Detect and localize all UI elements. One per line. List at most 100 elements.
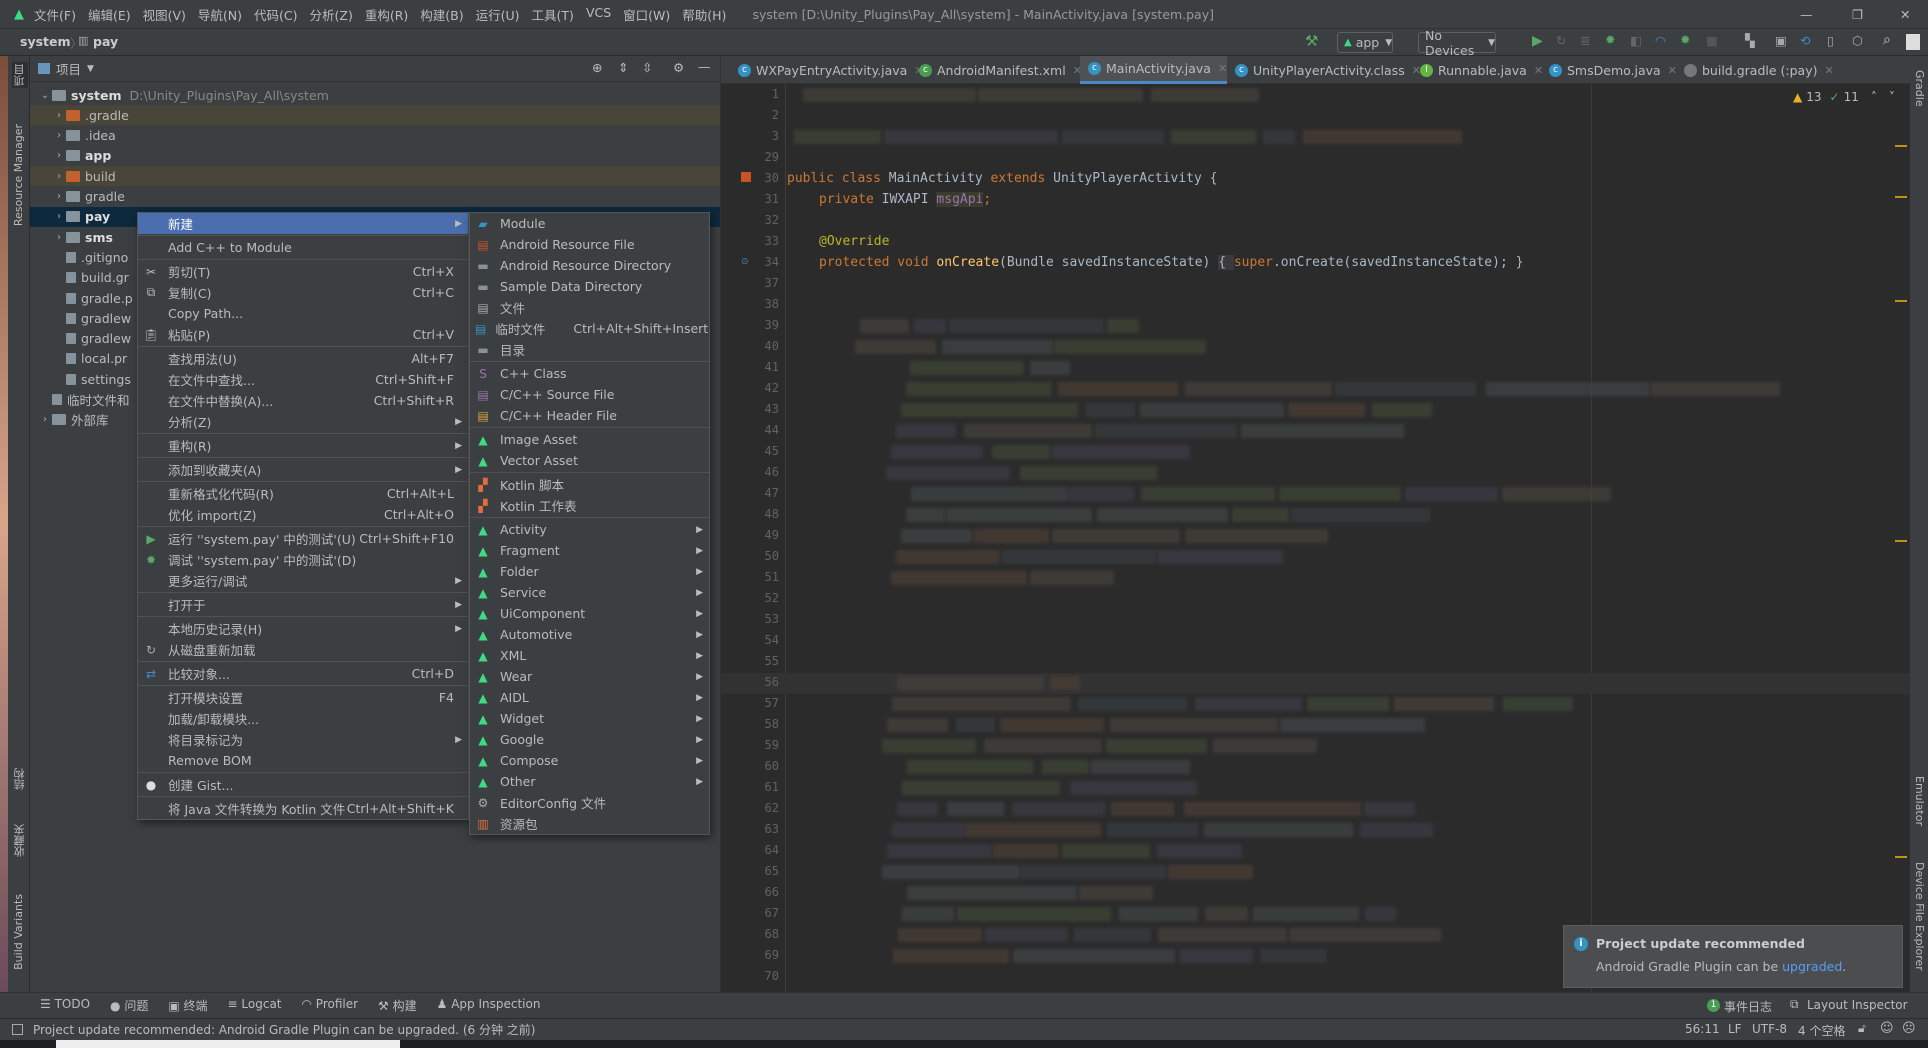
menu-item[interactable]: 添加到收藏夹(A) ▶ xyxy=(138,459,468,480)
line-number[interactable]: 66 xyxy=(721,885,779,899)
new-menu-item[interactable]: ▬ Sample Data Directory xyxy=(470,276,709,297)
menu-item[interactable]: 更多运行/调试 ▶ xyxy=(138,570,468,591)
search-icon[interactable]: ⌕ xyxy=(1883,32,1891,48)
user-avatar[interactable] xyxy=(1906,34,1920,50)
notification-balloon[interactable]: i Project update recommended Android Gra… xyxy=(1563,925,1903,988)
tool-window-resource-manager[interactable]: Resource Manager xyxy=(12,124,25,226)
menu-item[interactable]: ↻ 从磁盘重新加载 xyxy=(138,639,468,660)
layout-icon[interactable]: ▣ xyxy=(1775,33,1787,48)
device-dropdown[interactable]: No Devices ▼ xyxy=(1418,28,1496,58)
tool-window-favorites[interactable]: 收藏夹 xyxy=(12,824,28,857)
chevron-down-icon[interactable]: ▼ xyxy=(87,64,94,74)
new-menu-item[interactable]: ▤ C/C++ Header File xyxy=(470,405,709,426)
tree-row[interactable]: › .gradle xyxy=(30,105,720,126)
chevron-right-icon[interactable]: › xyxy=(52,191,66,202)
line-number[interactable]: 64 xyxy=(721,843,779,857)
menu-item[interactable]: ▶ 运行 ''system.pay' 中的测试'(U) Ctrl+Shift+F10 xyxy=(138,528,468,549)
line-number[interactable]: 2 xyxy=(721,108,779,122)
line-number[interactable]: 65 xyxy=(721,864,779,878)
menu-9[interactable]: 工具(T) xyxy=(532,5,574,24)
line-number[interactable]: 55 xyxy=(721,654,779,668)
next-highlight-icon[interactable]: ˅ xyxy=(1889,90,1895,104)
menu-item[interactable]: 加载/卸载模块... xyxy=(138,708,468,729)
inspection-widget[interactable]: ▲ 13 ✓ 11 ˄ ˅ xyxy=(1793,90,1895,104)
frown-icon[interactable]: ☹ xyxy=(1902,1021,1916,1036)
line-number[interactable]: 62 xyxy=(721,801,779,815)
menu-item[interactable]: 在文件中替换(A)... Ctrl+Shift+R xyxy=(138,390,468,411)
menu-6[interactable]: 重构(R) xyxy=(365,5,408,24)
menu-item[interactable]: 重新格式化代码(R) Ctrl+Alt+L xyxy=(138,483,468,504)
new-menu-item[interactable]: ▥ 资源包 xyxy=(470,813,709,834)
new-menu-item[interactable]: ▲ Google ▶ xyxy=(470,729,709,750)
menu-item[interactable]: 查找用法(U) Alt+F7 xyxy=(138,348,468,369)
chevron-right-icon[interactable]: › xyxy=(38,414,52,425)
line-number[interactable]: 50 xyxy=(721,549,779,563)
run-config-dropdown[interactable]: ▲ app ▼ xyxy=(1337,32,1393,53)
new-menu-item[interactable]: ▲ Widget ▶ xyxy=(470,708,709,729)
menu-item[interactable]: 将 Java 文件转换为 Kotlin 文件 Ctrl+Alt+Shift+K xyxy=(138,798,468,819)
tree-row[interactable]: › .idea xyxy=(30,126,720,146)
menu-4[interactable]: 代码(C) xyxy=(254,5,297,24)
chevron-right-icon[interactable]: › xyxy=(52,130,66,141)
chevron-down-icon[interactable]: ⌄ xyxy=(38,90,52,101)
indent-setting[interactable]: 4 个空格 xyxy=(1798,1022,1845,1039)
build-hammer-icon[interactable]: ⚒ xyxy=(1305,32,1318,50)
breadcrumb-pay[interactable]: pay xyxy=(93,34,118,49)
line-number[interactable]: 41 xyxy=(721,360,779,374)
new-menu-item[interactable]: ▲ Automotive ▶ xyxy=(470,624,709,645)
gutter-implements-icon[interactable] xyxy=(741,172,751,182)
menu-item[interactable]: ⧉ 复制(C) Ctrl+C xyxy=(138,282,468,303)
new-menu-item[interactable]: ▞ Kotlin 脚本 xyxy=(470,474,709,495)
line-number[interactable]: 3 xyxy=(721,129,779,143)
menu-item[interactable]: 新建 ▶ xyxy=(138,213,468,234)
new-menu-item[interactable]: ▲ Compose ▶ xyxy=(470,750,709,771)
new-menu-item[interactable]: ▰ Module xyxy=(470,213,709,234)
tool-button-list[interactable]: ☰ TODO xyxy=(40,997,90,1014)
chevron-right-icon[interactable]: › xyxy=(52,110,66,121)
line-number[interactable]: 42 xyxy=(721,381,779,395)
tree-row[interactable]: › app xyxy=(30,146,720,166)
sdk-manager-icon[interactable]: ⬡ xyxy=(1852,33,1863,48)
event-log-button[interactable]: 事件日志 xyxy=(1724,998,1772,1015)
new-menu-item[interactable]: ▲ Fragment ▶ xyxy=(470,540,709,561)
lock-icon[interactable]: 🔓︎ xyxy=(1858,1021,1866,1036)
menu-item[interactable]: 重构(R) ▶ xyxy=(138,435,468,456)
menu-1[interactable]: 编辑(E) xyxy=(88,5,131,24)
run-icon[interactable]: ▶ xyxy=(1532,33,1543,49)
upgrade-link[interactable]: upgraded xyxy=(1782,959,1842,974)
new-menu-item[interactable]: ▲ Other ▶ xyxy=(470,771,709,792)
apply-code-changes-icon[interactable]: ≣ xyxy=(1580,33,1590,48)
line-number[interactable]: 29 xyxy=(721,150,779,164)
tab-1[interactable]: c AndroidManifest.xml ✕ xyxy=(911,56,1082,84)
chevron-right-icon[interactable]: › xyxy=(52,232,66,243)
menu-5[interactable]: 分析(Z) xyxy=(310,5,353,24)
tool-window-project[interactable]: 项目 xyxy=(12,62,28,88)
chevron-right-icon[interactable]: › xyxy=(52,150,66,161)
line-number[interactable]: 47 xyxy=(721,486,779,500)
line-number[interactable]: 32 xyxy=(721,213,779,227)
line-number[interactable]: 68 xyxy=(721,927,779,941)
line-number[interactable]: 46 xyxy=(721,465,779,479)
line-number[interactable]: 67 xyxy=(721,906,779,920)
tree-row[interactable]: › build xyxy=(30,166,720,187)
status-toggle-icon[interactable] xyxy=(12,1024,23,1035)
close-tab-icon[interactable]: ✕ xyxy=(1824,64,1833,77)
line-number[interactable]: 54 xyxy=(721,633,779,647)
gutter-override-icon[interactable]: ⊙ xyxy=(741,257,749,267)
line-separator[interactable]: LF xyxy=(1728,1022,1742,1036)
chevron-right-icon[interactable]: › xyxy=(52,211,66,222)
line-number[interactable]: 1 xyxy=(721,87,779,101)
expand-all-icon[interactable]: ⇕ xyxy=(618,60,628,75)
new-menu-item[interactable]: ▤ 临时文件 Ctrl+Alt+Shift+Insert xyxy=(470,318,709,339)
tool-button-hammer[interactable]: ⚒ 构建 xyxy=(378,997,417,1014)
settings-gear-icon[interactable]: ⚙ xyxy=(673,60,684,75)
apply-changes-icon[interactable]: ↻ xyxy=(1556,33,1566,48)
line-number[interactable]: 45 xyxy=(721,444,779,458)
debug-attach-icon[interactable]: ✹ xyxy=(1680,32,1690,47)
line-number[interactable]: 58 xyxy=(721,717,779,731)
collapse-all-icon[interactable]: ⇳ xyxy=(642,60,652,75)
breadcrumb-system[interactable]: system xyxy=(20,34,71,49)
menu-item[interactable]: ⇄ 比较对象... Ctrl+D xyxy=(138,663,468,684)
code-line-34[interactable]: protected void onCreate(Bundle savedInst… xyxy=(819,255,1523,270)
menu-item[interactable]: Add C++ to Module xyxy=(138,237,468,258)
